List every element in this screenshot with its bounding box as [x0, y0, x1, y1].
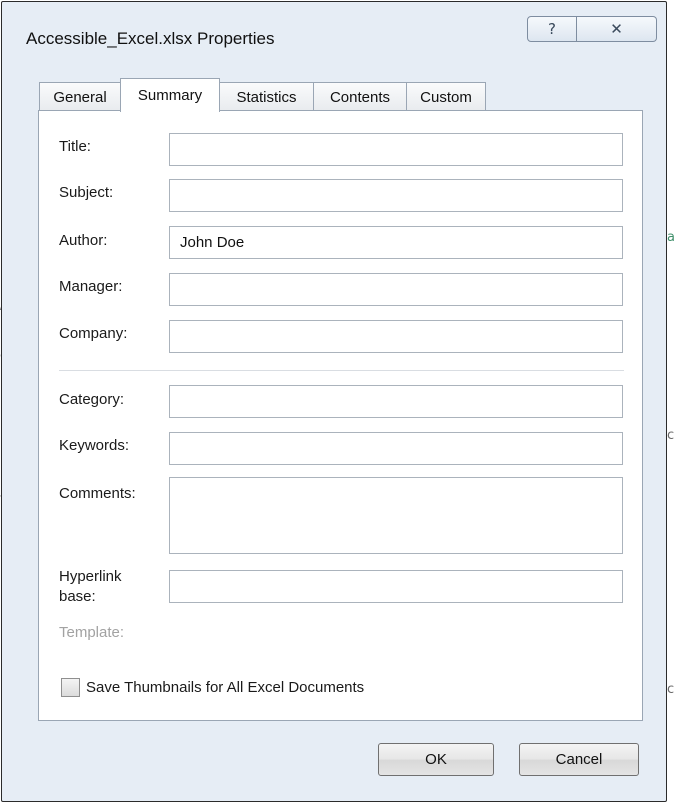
summary-panel: Title: Subject: Author: John Doe Manager… [38, 110, 643, 721]
subject-label: Subject: [59, 184, 114, 201]
dialog-title: Accessible_Excel.xlsx Properties [26, 29, 275, 48]
subject-field[interactable] [169, 179, 623, 212]
title-bar-buttons: ? ✕ [527, 16, 657, 42]
hyperlink-base-label: Hyperlink base: [59, 567, 122, 607]
manager-label: Manager: [59, 278, 123, 295]
tab-custom[interactable]: Custom [406, 82, 486, 111]
cancel-button[interactable]: Cancel [519, 743, 639, 776]
tab-general[interactable]: General [39, 82, 121, 111]
bg-fragment: a [667, 230, 675, 245]
close-icon: ✕ [610, 20, 623, 38]
comments-field[interactable] [169, 477, 623, 554]
title-label: Title: [59, 138, 91, 155]
ok-button[interactable]: OK [378, 743, 494, 776]
comments-label: Comments: [59, 485, 136, 502]
tab-statistics[interactable]: Statistics [219, 82, 314, 111]
divider [59, 370, 624, 371]
bg-fragment: c [667, 428, 675, 443]
save-thumbnails-option[interactable]: Save Thumbnails for All Excel Documents [61, 678, 364, 697]
hyperlink-base-field[interactable] [169, 570, 623, 603]
help-button[interactable]: ? [527, 16, 577, 42]
tab-summary[interactable]: Summary [120, 78, 220, 112]
category-field[interactable] [169, 385, 623, 418]
template-label: Template: [59, 624, 125, 641]
close-button[interactable]: ✕ [577, 16, 657, 42]
keywords-label: Keywords: [59, 437, 130, 454]
help-icon: ? [548, 20, 556, 38]
properties-dialog: Accessible_Excel.xlsx Properties ? ✕ Gen… [1, 1, 667, 802]
category-label: Category: [59, 391, 125, 408]
company-label: Company: [59, 325, 128, 342]
keywords-field[interactable] [169, 432, 623, 465]
manager-field[interactable] [169, 273, 623, 306]
title-field[interactable] [169, 133, 623, 166]
save-thumbnails-label: Save Thumbnails for All Excel Documents [86, 679, 365, 696]
tab-contents[interactable]: Contents [313, 82, 407, 111]
company-field[interactable] [169, 320, 623, 353]
hyperlink-base-label-line2: base: [59, 588, 96, 605]
save-thumbnails-checkbox[interactable] [61, 678, 80, 697]
hyperlink-base-label-line1: Hyperlink [59, 568, 122, 585]
bg-fragment: c [667, 682, 675, 697]
author-field[interactable]: John Doe [169, 226, 623, 259]
author-label: Author: [59, 232, 108, 249]
